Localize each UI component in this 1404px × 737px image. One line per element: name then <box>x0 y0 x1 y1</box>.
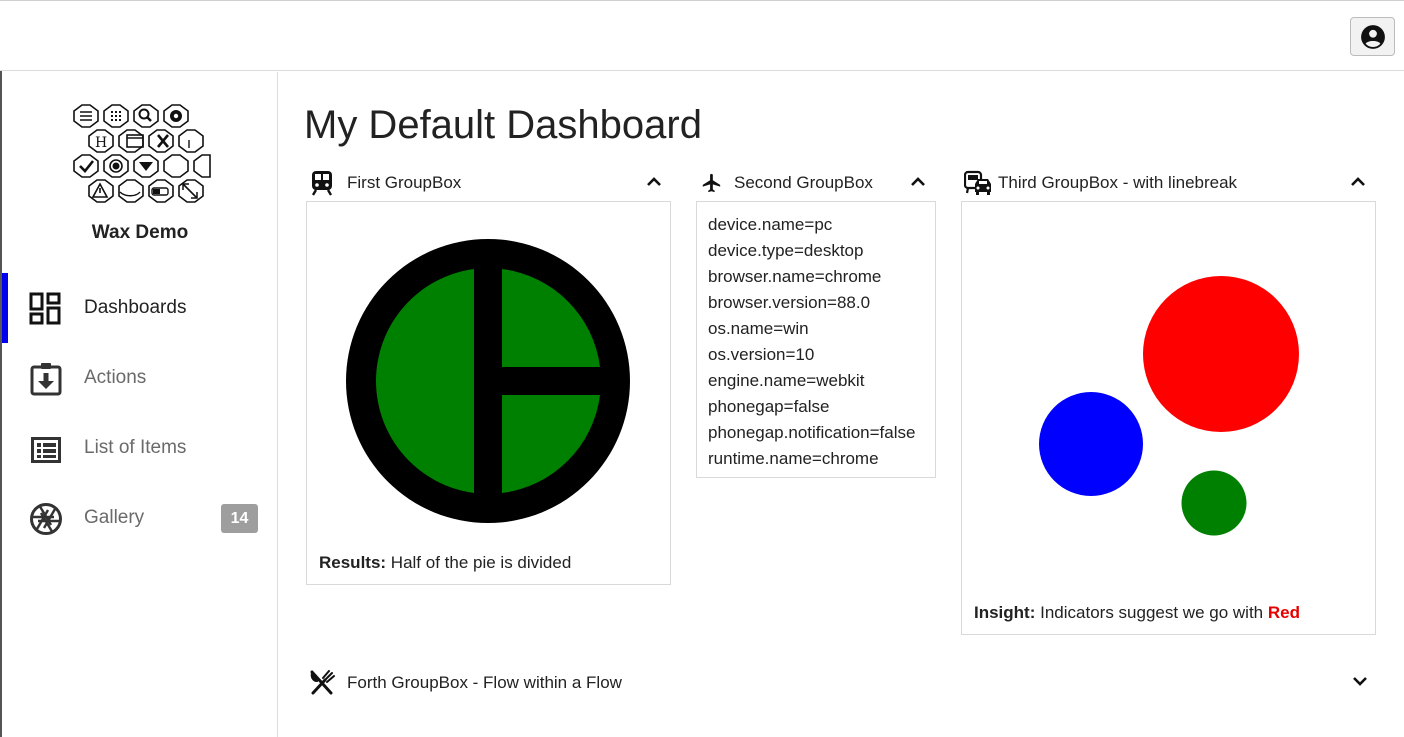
groupbox-4-header[interactable]: Forth GroupBox - Flow within a Flow <box>309 668 622 698</box>
top-bar <box>0 0 1404 71</box>
fork-knife-icon <box>310 670 335 695</box>
chevron-down-icon[interactable] <box>1350 671 1370 691</box>
chevron-up-icon[interactable] <box>1348 172 1368 192</box>
sidebar-item-list-of-items[interactable]: List of Items <box>2 413 278 483</box>
chevron-up-icon[interactable] <box>908 172 928 192</box>
sidebar-item-dashboards[interactable]: Dashboards <box>2 273 278 343</box>
sidebar-item-label: List of Items <box>84 437 187 458</box>
device-info-list: device.name=pc device.type=desktop brows… <box>708 212 915 472</box>
list-item: os.version=10 <box>708 345 815 364</box>
caption-highlight: Red <box>1267 603 1300 622</box>
sidebar-item-label: Actions <box>84 367 147 388</box>
airplane-icon <box>702 173 721 193</box>
list-item: phonegap.notification=false <box>708 423 916 442</box>
green-bubble <box>1181 470 1247 536</box>
list-icon <box>31 437 61 463</box>
pie-figure <box>346 239 630 523</box>
bubble-figure <box>1039 276 1299 536</box>
red-bubble <box>1143 276 1299 432</box>
blue-bubble <box>1039 392 1143 496</box>
list-item: engine.name=webkit <box>708 371 865 390</box>
clipboard-download-icon <box>30 363 62 396</box>
bus-car-icon <box>964 170 991 195</box>
svg-text:H: H <box>95 135 107 151</box>
camera-aperture-icon <box>30 503 62 535</box>
list-item: phonegap=false <box>708 397 830 416</box>
groupbox-title: Second GroupBox <box>734 173 873 192</box>
dashboard-icon <box>29 292 61 325</box>
list-item: os.name=win <box>708 319 809 338</box>
groupbox-3-caption: Insight: Indicators suggest we go with R… <box>974 603 1300 623</box>
list-item: device.type=desktop <box>708 241 864 260</box>
list-item: browser.version=88.0 <box>708 293 871 312</box>
groupbox-title: First GroupBox <box>347 173 462 192</box>
caption-text: Half of the pie is divided <box>386 553 572 572</box>
list-item: device.name=pc <box>708 215 833 234</box>
list-item: browser.name=chrome <box>708 267 882 286</box>
groupbox-1-header[interactable]: First GroupBox <box>309 168 461 198</box>
groupbox-2-content: device.name=pc device.type=desktop brows… <box>696 201 936 478</box>
sidebar-item-actions[interactable]: Actions <box>2 343 278 413</box>
groupbox-1-caption: Results: Half of the pie is divided <box>319 553 571 573</box>
groupbox-2-header[interactable]: Second GroupBox <box>700 168 873 198</box>
sidebar-item-label: Dashboards <box>84 297 187 318</box>
groupbox-title: Third GroupBox - with linebreak <box>998 173 1238 192</box>
sidebar-item-gallery[interactable]: Gallery 14 <box>2 483 278 553</box>
groupbox-3-content: Insight: Indicators suggest we go with R… <box>961 201 1376 635</box>
sidebar: H Wax Demo Dashboards Actions List of It… <box>2 72 278 737</box>
groupbox-3-header[interactable]: Third GroupBox - with linebreak <box>964 168 1237 198</box>
train-icon <box>311 171 333 196</box>
sidebar-item-label: Gallery <box>84 507 145 528</box>
caption-label: Insight: <box>974 603 1036 622</box>
user-account-button[interactable] <box>1350 17 1395 56</box>
groupbox-title: Forth GroupBox - Flow within a Flow <box>347 673 622 692</box>
caption-label: Results: <box>319 553 387 572</box>
app-logo: H <box>73 104 211 203</box>
caption-text: Indicators suggest we go with <box>1035 603 1268 622</box>
app-name: Wax Demo <box>91 222 189 243</box>
list-item: runtime.name=chrome <box>708 449 879 468</box>
page-title: My Default Dashboard <box>304 103 702 147</box>
groupbox-1-content: Results: Half of the pie is divided <box>306 201 671 585</box>
chevron-up-icon[interactable] <box>644 172 664 192</box>
gallery-count-badge: 14 <box>221 504 258 533</box>
account-circle-icon <box>1360 24 1385 49</box>
